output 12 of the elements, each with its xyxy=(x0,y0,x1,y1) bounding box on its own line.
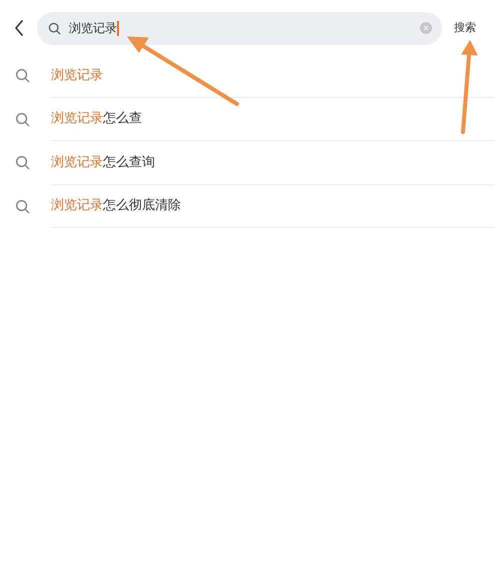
search-icon xyxy=(48,22,61,34)
search-icon xyxy=(15,155,30,170)
text-cursor xyxy=(117,20,118,36)
suggestion-item[interactable]: 浏览记录怎么彻底清除 xyxy=(51,196,181,216)
search-field[interactable]: 浏览记录 xyxy=(37,12,442,44)
search-icon xyxy=(15,68,30,84)
suggestion-item[interactable]: 浏览记录怎么查询 xyxy=(51,152,155,172)
suggestion-item[interactable]: 浏览记录怎么查 xyxy=(51,109,142,128)
back-chevron-icon xyxy=(14,20,24,36)
search-icon xyxy=(15,198,30,214)
search-button[interactable]: 搜索 xyxy=(454,20,476,36)
search-icon xyxy=(15,112,30,127)
